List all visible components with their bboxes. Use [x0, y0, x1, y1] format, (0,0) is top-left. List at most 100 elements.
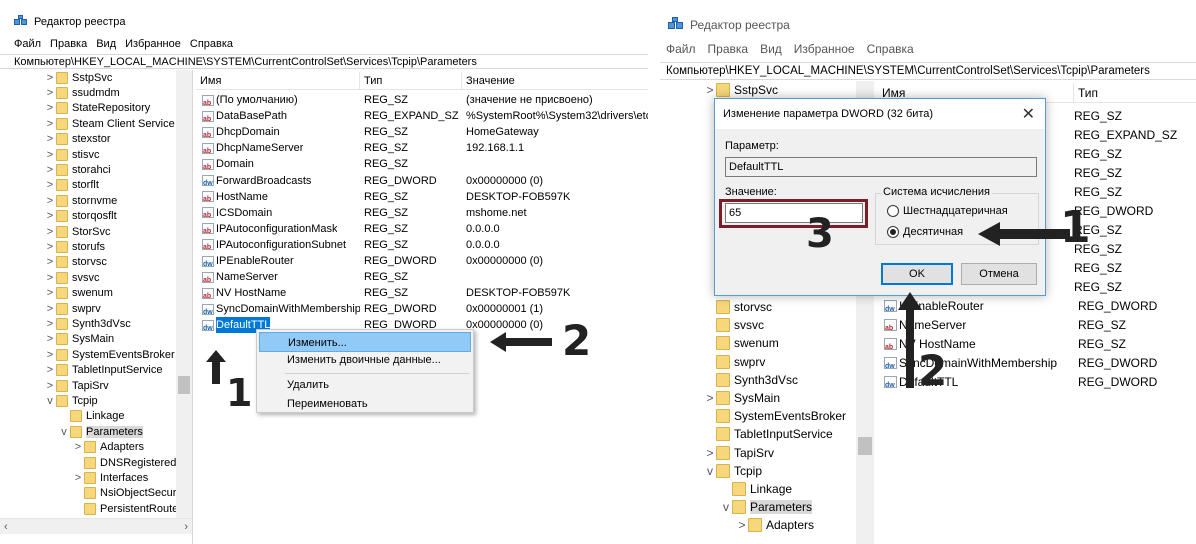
tree-item[interactable]: DNSRegisteredA: [0, 455, 192, 470]
tree-item[interactable]: > StorSvc: [0, 224, 192, 239]
tree-item[interactable]: Linkage: [0, 409, 192, 424]
chevron-icon[interactable]: >: [44, 87, 56, 99]
tree-item[interactable]: > TapiSrv: [0, 378, 192, 393]
tree-item[interactable]: Synth3dVsc: [660, 371, 873, 389]
chevron-icon[interactable]: >: [44, 226, 56, 238]
chevron-icon[interactable]: >: [44, 349, 56, 361]
tree-item[interactable]: > stornvme: [0, 193, 192, 208]
address-bar[interactable]: Компьютер\HKEY_LOCAL_MACHINE\SYSTEM\Curr…: [660, 62, 1196, 80]
menu-item[interactable]: Правка: [50, 38, 87, 52]
tree-item[interactable]: swenum: [660, 334, 873, 352]
scroll-right-icon[interactable]: ›: [184, 521, 188, 533]
chevron-icon[interactable]: >: [44, 133, 56, 145]
radio-hexadecimal[interactable]: Шестнадцатеричная: [887, 205, 1008, 217]
tree-item[interactable]: > svsvc: [0, 270, 192, 285]
tree-item[interactable]: > storqosflt: [0, 209, 192, 224]
address-bar[interactable]: Компьютер\HKEY_LOCAL_MACHINE\SYSTEM\Curr…: [0, 54, 648, 69]
chevron-icon[interactable]: >: [44, 318, 56, 330]
tree-item[interactable]: > swenum: [0, 286, 192, 301]
table-row[interactable]: ab NameServer REG_SZ: [196, 269, 648, 285]
radio-decimal[interactable]: Десятичная: [887, 226, 963, 238]
chevron-icon[interactable]: >: [44, 364, 56, 376]
chevron-icon[interactable]: >: [44, 149, 56, 161]
table-row[interactable]: dw SyncDomainWithMembership REG_DWORD 0x000…: [196, 301, 648, 317]
chevron-icon[interactable]: >: [704, 446, 716, 460]
close-icon[interactable]: ✕: [1022, 104, 1035, 124]
tree-item[interactable]: svsvc: [660, 316, 873, 334]
tree-item[interactable]: NsiObjectSecurit: [0, 486, 192, 501]
table-row[interactable]: ab IPAutoconfigurationMask REG_SZ 0.0.0.0: [196, 221, 648, 237]
tree-item[interactable]: > SysMain: [0, 332, 192, 347]
scroll-left-icon[interactable]: ‹: [4, 521, 8, 533]
menu-item[interactable]: Избранное: [794, 42, 855, 58]
column-value-header[interactable]: Значение: [462, 72, 648, 89]
tree-item[interactable]: > Steam Client Service: [0, 116, 192, 131]
tree-item[interactable]: SystemEventsBroker: [660, 407, 873, 425]
tree-item[interactable]: v Parameters: [0, 424, 192, 439]
menu-item[interactable]: Справка: [867, 42, 914, 58]
table-row[interactable]: ab Domain REG_SZ: [196, 156, 648, 172]
scrollbar-thumb[interactable]: [178, 376, 190, 394]
tree-item[interactable]: > SstpSvc: [0, 70, 192, 85]
chevron-icon[interactable]: v: [704, 464, 716, 478]
column-name-header[interactable]: Имя: [196, 72, 360, 89]
tree-horizontal-scrollbar[interactable]: ‹ ›: [0, 518, 192, 534]
chevron-icon[interactable]: >: [44, 118, 56, 130]
tree-item[interactable]: > storufs: [0, 239, 192, 254]
menu-item[interactable]: Справка: [190, 38, 233, 52]
menu-item[interactable]: Правка: [708, 42, 749, 58]
chevron-icon[interactable]: v: [720, 500, 732, 514]
tree-item[interactable]: > stexstor: [0, 132, 192, 147]
chevron-icon[interactable]: >: [44, 210, 56, 222]
table-row[interactable]: dw IPEnableRouter REG_DWORD: [878, 297, 1196, 315]
tree-item[interactable]: v Tcpip: [0, 393, 192, 408]
table-row[interactable]: ab DhcpDomain REG_SZ HomeGateway: [196, 124, 648, 140]
table-row[interactable]: ab DataBasePath REG_EXPAND_SZ %SystemRoot%\…: [196, 108, 648, 124]
table-row[interactable]: ab ICSDomain REG_SZ mshome.net: [196, 205, 648, 221]
chevron-icon[interactable]: >: [44, 102, 56, 114]
chevron-icon[interactable]: >: [72, 472, 84, 484]
table-row[interactable]: ab IPAutoconfigurationSubnet REG_SZ 0.0.0.0: [196, 237, 648, 253]
tree-item[interactable]: > SysMain: [660, 389, 873, 407]
tree-item[interactable]: > ssudmdm: [0, 85, 192, 100]
tree-item[interactable]: > swprv: [0, 301, 192, 316]
radio-circle-icon[interactable]: [887, 205, 899, 217]
context-menu-rename[interactable]: Переименовать: [259, 394, 471, 414]
tree-item[interactable]: swprv: [660, 353, 873, 371]
cancel-button[interactable]: Отмена: [961, 263, 1037, 285]
tree-item[interactable]: > Adapters: [660, 516, 873, 534]
chevron-icon[interactable]: v: [44, 395, 56, 407]
menu-item[interactable]: Вид: [96, 38, 116, 52]
menu-item[interactable]: Файл: [666, 42, 696, 58]
chevron-icon[interactable]: >: [44, 303, 56, 315]
context-menu-modify-binary[interactable]: Изменить двоичные данные...: [259, 350, 471, 370]
chevron-icon[interactable]: v: [58, 426, 70, 438]
tree-item[interactable]: > StateRepository: [0, 101, 192, 116]
table-row[interactable]: ab (По умолчанию) REG_SZ (значение не присв…: [196, 92, 648, 108]
menu-item[interactable]: Избранное: [125, 38, 181, 52]
tree-item[interactable]: Linkage: [660, 480, 873, 498]
chevron-icon[interactable]: >: [704, 391, 716, 405]
chevron-icon[interactable]: >: [44, 164, 56, 176]
table-row[interactable]: ab DhcpNameServer REG_SZ 192.168.1.1: [196, 140, 648, 156]
tree-item[interactable]: > Adapters: [0, 440, 192, 455]
tree-item[interactable]: > SystemEventsBroker: [0, 347, 192, 362]
chevron-icon[interactable]: >: [44, 380, 56, 392]
menu-item[interactable]: Файл: [14, 38, 41, 52]
tree-item[interactable]: > Synth3dVsc: [0, 316, 192, 331]
tree-item[interactable]: TabletInputService: [660, 425, 873, 443]
chevron-icon[interactable]: >: [704, 83, 716, 97]
tree-item[interactable]: > stisvc: [0, 147, 192, 162]
tree-item[interactable]: storvsc: [660, 298, 873, 316]
tree-item[interactable]: > SstpSvc: [660, 81, 873, 99]
column-type-header[interactable]: Тип: [360, 72, 462, 89]
tree-item[interactable]: PersistentRoutes: [0, 501, 192, 516]
chevron-icon[interactable]: >: [44, 241, 56, 253]
scrollbar-thumb[interactable]: [858, 437, 872, 455]
radio-circle-checked-icon[interactable]: [887, 226, 899, 238]
tree-item[interactable]: > TapiSrv: [660, 444, 873, 462]
context-menu-modify[interactable]: Изменить...: [259, 332, 471, 352]
table-row[interactable]: ab NameServer REG_SZ: [878, 316, 1196, 334]
ok-button[interactable]: OK: [881, 263, 953, 285]
chevron-icon[interactable]: >: [72, 441, 84, 453]
